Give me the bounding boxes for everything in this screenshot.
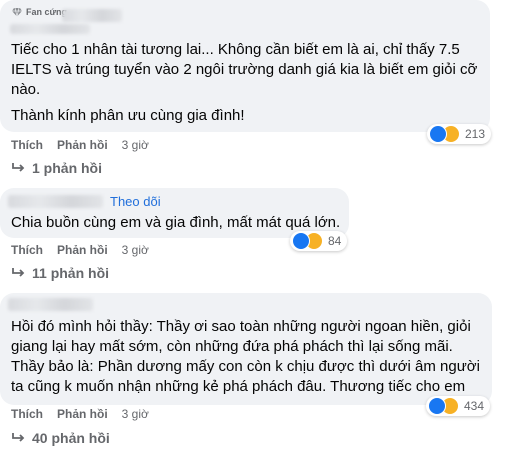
like-button[interactable]: Thích [11,407,43,421]
comment-text-line: IELTS và trúng tuyển vào 2 ngôi trường d… [11,61,478,78]
comment-actions: Thích Phản hồi 3 giờ [11,243,149,257]
diamond-icon [12,7,22,17]
reaction-count: 84 [328,234,342,248]
like-reaction-icon [292,232,310,250]
comment-actions: Thích Phản hồi 3 giờ [11,407,149,421]
author-name-blurred[interactable] [10,24,90,34]
reply-button[interactable]: Phản hồi [57,407,108,421]
reaction-summary[interactable]: 213 [427,124,492,144]
replies-count-label: 11 phản hồi [32,265,110,281]
author-name-blurred[interactable] [62,9,122,22]
comment-bubble-1: Fan cứng Tiếc cho 1 nhân tài tương lai..… [0,0,490,132]
reply-button[interactable]: Phản hồi [57,243,108,257]
reply-arrow-icon [12,433,25,442]
like-reaction-icon [428,397,446,415]
comment-text-line: Tiếc cho 1 nhân tài tương lai... Không c… [11,41,460,58]
view-replies-link[interactable]: 11 phản hồi [12,265,109,281]
comment-text-line: Thầy bảo là: Phần dương mấy con còn k ch… [11,358,480,375]
comment-text-line: ta cũng k muốn nhận những kẻ phá phách đ… [11,378,466,395]
comment-text-line: Chia buồn cùng em và gia đình, mất mát q… [11,214,341,231]
view-replies-link[interactable]: 1 phản hồi [12,160,102,176]
follow-button[interactable]: Theo dõi [110,194,161,209]
timestamp[interactable]: 3 giờ [122,407,149,421]
replies-count-label: 1 phản hồi [32,160,102,176]
reaction-count: 434 [464,399,485,413]
timestamp[interactable]: 3 giờ [122,243,149,257]
comment-text-line: Hồi đó mình hỏi thầy: Thầy ơi sao toàn n… [11,318,471,335]
like-button[interactable]: Thích [11,138,43,152]
reaction-summary[interactable]: 434 [426,396,491,416]
reply-arrow-icon [12,163,25,172]
fan-badge: Fan cứng [12,7,67,17]
reply-arrow-icon [12,268,25,277]
fan-badge-label: Fan cứng [26,7,68,17]
comment-text-line: giang lại hay mất sớm, còn những đứa phá… [11,338,453,355]
timestamp[interactable]: 3 giờ [122,138,149,152]
reaction-count: 213 [465,127,486,141]
like-reaction-icon [429,125,447,143]
like-button[interactable]: Thích [11,243,43,257]
author-name-blurred[interactable] [8,298,93,311]
reaction-summary[interactable]: 84 [290,231,348,251]
author-name-blurred[interactable] [8,195,103,208]
comment-actions: Thích Phản hồi 3 giờ [11,138,149,152]
replies-count-label: 40 phản hồi [32,430,110,446]
view-replies-link[interactable]: 40 phản hồi [12,430,110,446]
comment-text-line: Thành kính phân ưu cùng gia đình! [11,107,245,124]
comment-bubble-3: Hồi đó mình hỏi thầy: Thầy ơi sao toàn n… [0,293,492,405]
reply-button[interactable]: Phản hồi [57,138,108,152]
comment-text-line: nào. [11,81,41,98]
